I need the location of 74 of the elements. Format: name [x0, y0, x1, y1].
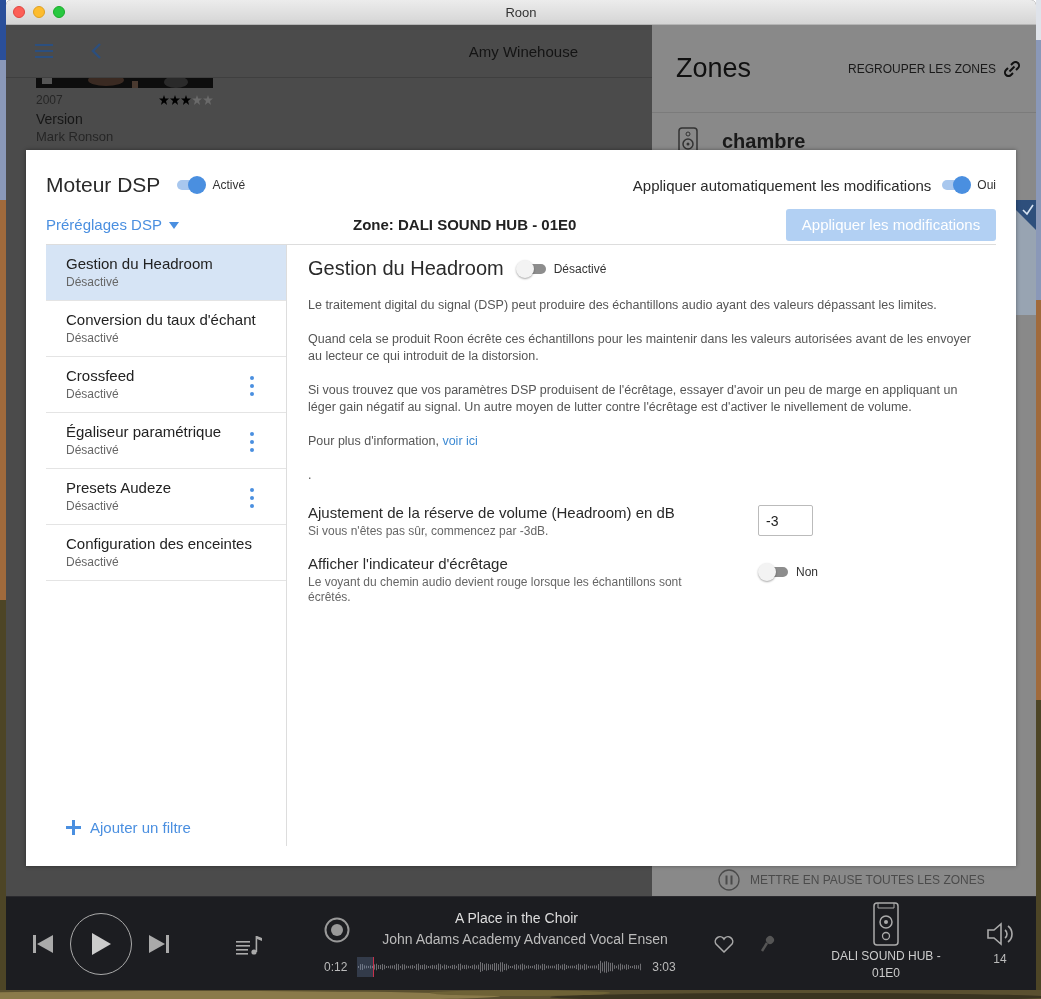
filter-status: Désactivé — [66, 331, 120, 345]
previous-icon[interactable] — [32, 933, 54, 954]
zone-name: chambre — [722, 129, 806, 153]
total-time: 3:03 — [652, 960, 676, 974]
panel-title: Zones — [676, 53, 752, 84]
filter-name: Configuration des enceintes — [66, 535, 253, 552]
toggle-label: Non — [796, 565, 818, 579]
info-text: Pour plus d'information, voir ici — [308, 433, 479, 450]
filter-item[interactable]: Égaliseur paramétrique Désactivé — [46, 413, 286, 469]
toggle-label: Activé — [212, 178, 246, 192]
track-title: A Place in the Choir — [455, 910, 578, 926]
description-text: Le traitement digital du signal (DSP) peut produire des échantillons audio ayant des valeurs dépassant les limites. — [308, 297, 938, 314]
zoom-button[interactable] — [53, 6, 65, 18]
filter-status: Désactivé — [66, 555, 120, 569]
description-text: Si vous trouvez que vos paramètres DSP produisent de l'écrêtage, essayer d'avoir un peu de marge en appliquant un léger gain négatif au signal. Un autre moyen de lutter contre l'écrêtage est d'activer le nivellement de volume. — [308, 382, 959, 416]
speaker-icon[interactable] — [873, 901, 899, 946]
toggle-switch[interactable] — [515, 259, 548, 278]
star-icon — [170, 95, 180, 105]
zone-name: DALI SOUND HUB - 01E0 — [831, 947, 941, 982]
close-button[interactable] — [13, 6, 25, 18]
dialog-title: Moteur DSP — [46, 173, 161, 197]
more-info-link[interactable]: voir ici — [442, 434, 478, 448]
group-zones-button[interactable]: REGROUPER LES ZONES — [847, 60, 1020, 77]
setting-label: Ajustement de la réserve de volume (Headroom) en dB — [308, 504, 676, 521]
setting-hint: Si vous n'êtes pas sûr, commencez par -3dB. — [308, 524, 550, 539]
filter-item[interactable]: Crossfeed Désactivé — [46, 357, 286, 413]
caret-down-icon — [168, 220, 179, 229]
filter-status: Désactivé — [66, 443, 120, 457]
more-icon[interactable] — [250, 376, 254, 396]
filter-name: Gestion du Headroom — [66, 255, 214, 272]
section-title: Gestion du Headroom — [308, 257, 504, 280]
filter-item[interactable]: Gestion du Headroom Désactivé — [46, 245, 286, 301]
volume-level: 14 — [993, 951, 1007, 966]
radio-icon[interactable] — [324, 916, 350, 943]
filter-status: Désactivé — [66, 275, 120, 289]
star-icon — [181, 95, 191, 105]
toggle-label: Désactivé — [553, 261, 607, 276]
waveform[interactable] — [357, 957, 643, 977]
auto-apply-label: Appliquer automatiquement les modifications — [632, 176, 932, 194]
filter-name: Crossfeed — [66, 367, 136, 384]
next-icon[interactable] — [148, 933, 170, 954]
filter-name: Égaliseur paramétrique — [66, 423, 223, 440]
filter-item[interactable]: Configuration des enceintes Désactivé — [46, 525, 286, 581]
filter-item[interactable]: Presets Audeze Désactivé — [46, 469, 286, 525]
trailing-text: . — [308, 467, 313, 484]
heart-icon[interactable] — [714, 934, 734, 953]
star-icon — [159, 95, 169, 105]
link-icon — [1004, 60, 1020, 77]
star-icon — [203, 95, 213, 105]
number-field[interactable]: -3 — [758, 505, 813, 536]
elapsed-time: 0:12 — [324, 960, 348, 974]
play-icon — [90, 931, 112, 956]
toggle-label: Oui — [977, 178, 996, 192]
filter-status: Désactivé — [66, 387, 120, 401]
star-icon — [192, 95, 202, 105]
minimize-button[interactable] — [33, 6, 45, 18]
setting-hint: Le voyant du chemin audio devient rouge lorsque les échantillons sont écrêtés. — [308, 575, 683, 605]
more-icon[interactable] — [250, 488, 254, 508]
more-icon[interactable] — [250, 432, 254, 452]
zone-label: Zone: DALI SOUND HUB - 01E0 — [353, 216, 577, 235]
description-text: Quand cela se produit Roon écrête ces échantillons pour les maintenir dans les valeurs autorisées avant de les envoyer au lecteur ce qui introduit de la distorsion. — [308, 331, 972, 365]
filter-name: Conversion du taux d'échant — [66, 311, 257, 328]
microphone-icon[interactable] — [760, 934, 776, 953]
window-title: Roon — [505, 5, 537, 20]
plus-icon — [66, 820, 81, 835]
header-title: Amy Winehouse — [468, 42, 578, 60]
toggle-switch[interactable] — [758, 563, 790, 581]
volume-icon[interactable] — [986, 921, 1014, 946]
track-artist: John Adams Academy Advanced Vocal Ensen — [382, 931, 668, 947]
filter-name: Presets Audeze — [66, 479, 173, 496]
pause-icon — [718, 869, 740, 891]
filter-item[interactable]: Conversion du taux d'échant Désactivé — [46, 301, 286, 357]
filter-status: Désactivé — [66, 499, 120, 513]
setting-label: Afficher l'indicateur d'écrêtage — [308, 555, 509, 572]
